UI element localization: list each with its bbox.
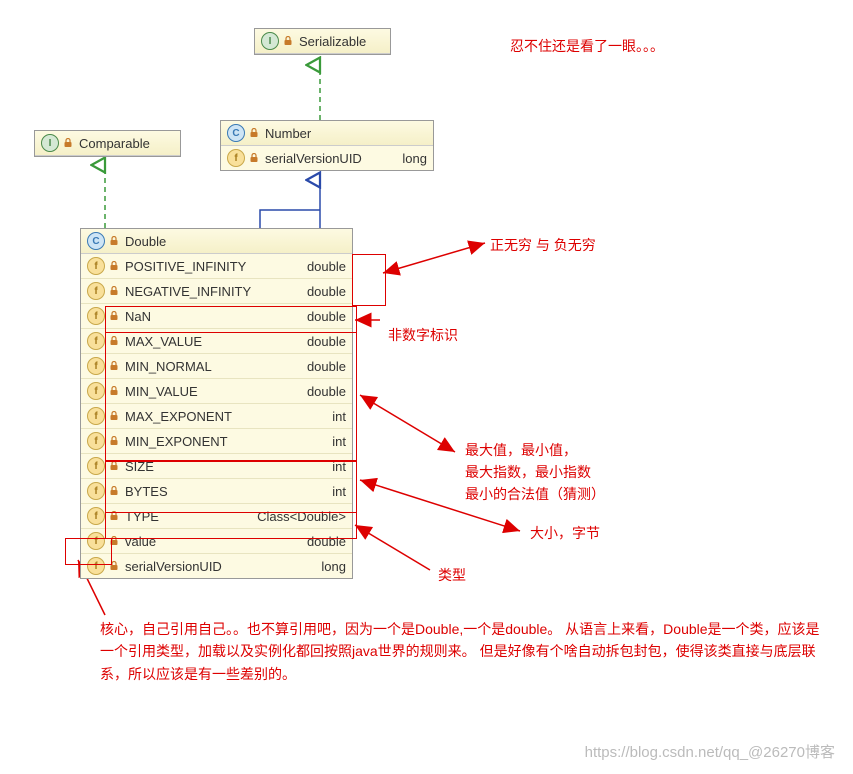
field-name: SIZE [125, 459, 322, 474]
field-row: f NaN double [81, 304, 352, 329]
watermark: https://blog.csdn.net/qq_@26270博客 [585, 741, 835, 762]
lock-icon [109, 336, 119, 346]
field-name: MIN_NORMAL [125, 359, 297, 374]
lock-icon [109, 411, 119, 421]
field-icon: f [87, 557, 105, 575]
class-name: Comparable [79, 136, 174, 151]
annotation: 最小的合法值（猜测） [465, 484, 605, 504]
field-type: double [307, 359, 346, 374]
field-type: int [332, 409, 346, 424]
field-name: value [125, 534, 297, 549]
field-name: NEGATIVE_INFINITY [125, 284, 297, 299]
annotation: 最大指数，最小指数 [465, 462, 591, 482]
field-name: BYTES [125, 484, 322, 499]
field-icon: f [87, 382, 105, 400]
lock-icon [109, 536, 119, 546]
annotation: 最大值，最小值， [465, 440, 577, 460]
field-row: f value double [81, 529, 352, 554]
field-type: Class<Double> [257, 509, 346, 524]
highlight-box [352, 254, 386, 306]
field-icon: f [87, 357, 105, 375]
field-row: f BYTES int [81, 479, 352, 504]
lock-icon [63, 138, 73, 148]
field-name: POSITIVE_INFINITY [125, 259, 297, 274]
field-icon: f [87, 307, 105, 325]
class-name: Double [125, 234, 346, 249]
lock-icon [109, 386, 119, 396]
field-type: long [402, 151, 427, 166]
field-type: double [307, 259, 346, 274]
class-icon: C [87, 232, 105, 250]
lock-icon [109, 361, 119, 371]
field-name: MAX_EXPONENT [125, 409, 322, 424]
field-icon: f [87, 407, 105, 425]
lock-icon [109, 236, 119, 246]
field-icon: f [87, 432, 105, 450]
field-row: f MAX_VALUE double [81, 329, 352, 354]
field-icon: f [87, 457, 105, 475]
lock-icon [109, 261, 119, 271]
field-row: f NEGATIVE_INFINITY double [81, 279, 352, 304]
field-icon: f [87, 282, 105, 300]
interface-serializable: I Serializable [254, 28, 391, 55]
field-row: f TYPE Class<Double> [81, 504, 352, 529]
annotation: 忍不住还是看了一眼。。。 [510, 36, 664, 56]
interface-icon: I [261, 32, 279, 50]
field-icon: f [87, 532, 105, 550]
field-type: double [307, 334, 346, 349]
field-row: f SIZE int [81, 454, 352, 479]
lock-icon [249, 128, 259, 138]
annotation-paragraph: 核心，自己引用自己。。也不算引用吧，因为一个是Double,一个是double。… [100, 618, 820, 685]
field-row: f serialVersionUID long [221, 146, 433, 170]
field-type: double [307, 284, 346, 299]
field-type: double [307, 309, 346, 324]
field-icon: f [227, 149, 245, 167]
lock-icon [283, 36, 293, 46]
field-name: serialVersionUID [265, 151, 392, 166]
field-row: f MAX_EXPONENT int [81, 404, 352, 429]
field-type: int [332, 434, 346, 449]
lock-icon [109, 511, 119, 521]
interface-icon: I [41, 134, 59, 152]
annotation: 大小，字节 [530, 523, 600, 543]
lock-icon [109, 286, 119, 296]
lock-icon [109, 311, 119, 321]
class-name: Serializable [299, 34, 384, 49]
field-row: f MIN_EXPONENT int [81, 429, 352, 454]
field-type: int [332, 459, 346, 474]
lock-icon [109, 436, 119, 446]
field-name: MIN_VALUE [125, 384, 297, 399]
field-icon: f [87, 332, 105, 350]
field-row: f MIN_VALUE double [81, 379, 352, 404]
field-icon: f [87, 482, 105, 500]
lock-icon [109, 561, 119, 571]
field-type: double [307, 534, 346, 549]
field-icon: f [87, 257, 105, 275]
class-double: CDouble fPOSITIVE_INFINITYdouble fNEGATI… [80, 228, 353, 579]
annotation: 类型 [438, 565, 466, 585]
field-name: MAX_VALUE [125, 334, 297, 349]
class-number: C Number f serialVersionUID long [220, 120, 434, 171]
lock-icon [249, 153, 259, 163]
class-name: Number [265, 126, 427, 141]
lock-icon [109, 461, 119, 471]
field-name: TYPE [125, 509, 247, 524]
field-row: f serialVersionUID long [81, 554, 352, 578]
field-name: NaN [125, 309, 297, 324]
class-icon: C [227, 124, 245, 142]
field-row: f MIN_NORMAL double [81, 354, 352, 379]
annotation: 非数字标识 [388, 325, 458, 345]
field-type: double [307, 384, 346, 399]
field-name: MIN_EXPONENT [125, 434, 322, 449]
field-name: serialVersionUID [125, 559, 311, 574]
field-icon: f [87, 507, 105, 525]
interface-comparable: I Comparable [34, 130, 181, 157]
lock-icon [109, 486, 119, 496]
field-type: int [332, 484, 346, 499]
field-type: long [321, 559, 346, 574]
annotation: 正无穷 与 负无穷 [490, 235, 596, 255]
field-row: f POSITIVE_INFINITY double [81, 254, 352, 279]
